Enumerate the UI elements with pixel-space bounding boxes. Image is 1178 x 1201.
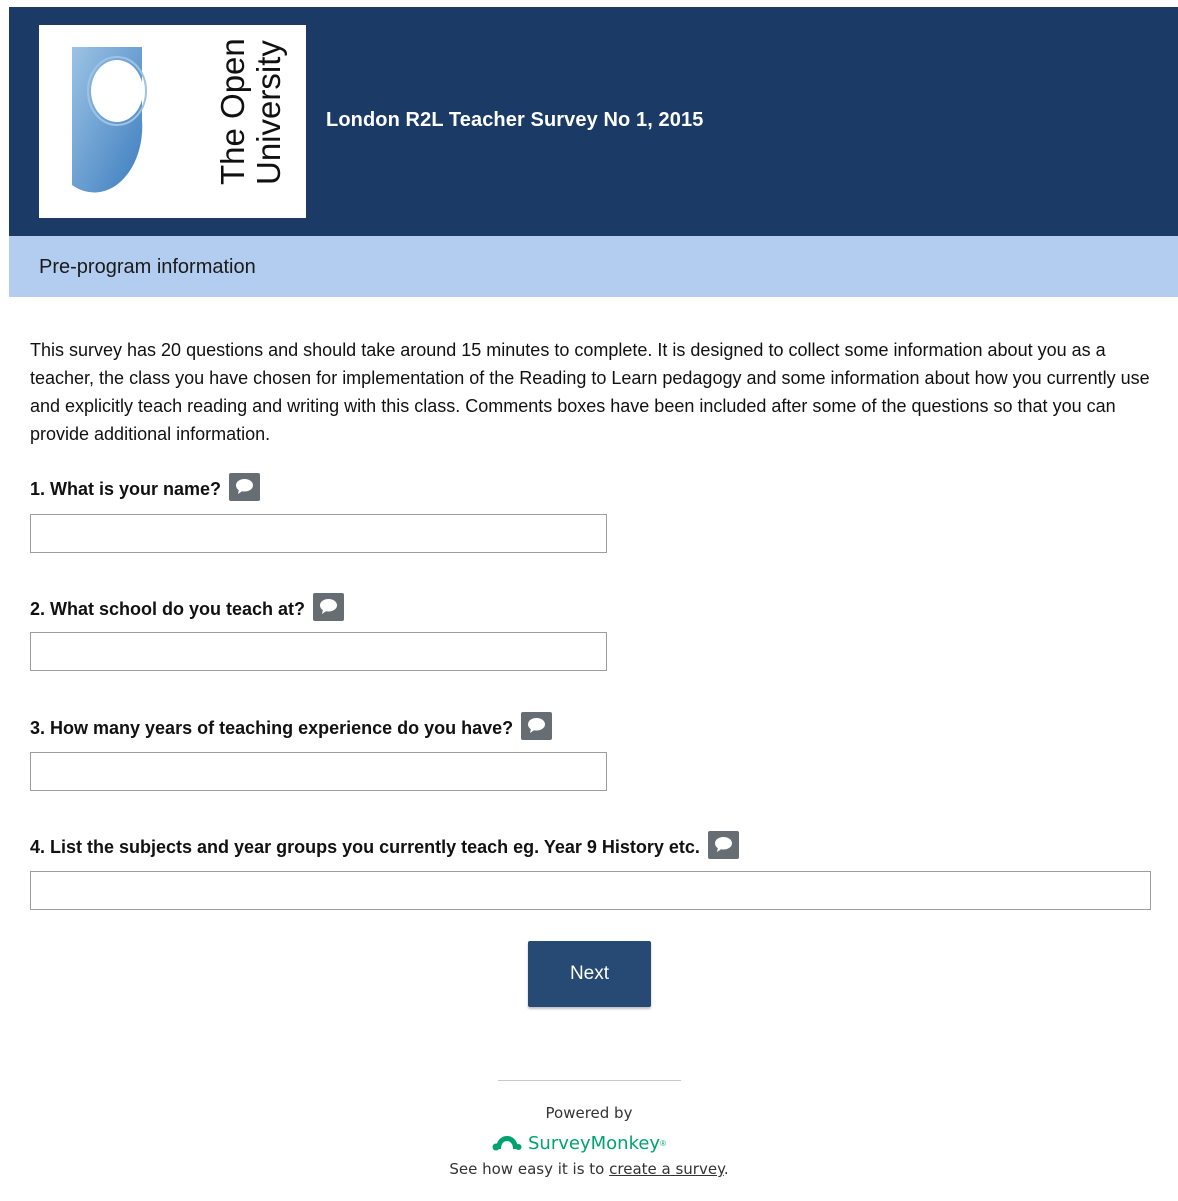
page-title: Pre-program information: [39, 256, 256, 278]
next-button[interactable]: Next: [528, 941, 651, 1007]
survey-header: The Open University London R2L Teacher S…: [9, 7, 1178, 236]
question-4: 4. List the subjects and year groups you…: [30, 831, 739, 859]
create-survey-link[interactable]: create a survey: [609, 1160, 724, 1178]
question-4-label: 4. List the subjects and year groups you…: [30, 837, 700, 857]
speech-bubble-icon: [313, 593, 345, 621]
open-university-logo: The Open University: [39, 25, 306, 218]
question-2: 2. What school do you teach at?: [30, 593, 345, 621]
speech-bubble-icon: [229, 473, 261, 501]
speech-bubble-icon: [521, 712, 553, 740]
surveymonkey-reg-mark: ®: [660, 1138, 666, 1148]
powered-by-text: Powered by: [545, 1104, 633, 1122]
speech-bubble-icon: [707, 831, 739, 859]
subjects-input[interactable]: [30, 871, 1151, 910]
question-1-label: 1. What is your name?: [30, 479, 222, 499]
see-how-prefix: See how easy it is to: [449, 1160, 605, 1178]
school-input[interactable]: [30, 632, 607, 671]
page-title-bar: Pre-program information: [9, 236, 1178, 297]
see-how-text: See how easy it is to create a survey.: [0, 1160, 1178, 1178]
logo-text-line1: The Open: [214, 38, 251, 185]
question-3: 3. How many years of teaching experience…: [30, 712, 553, 740]
see-how-suffix: .: [723, 1160, 729, 1178]
name-input[interactable]: [30, 514, 607, 553]
surveymonkey-logo-icon: [492, 1136, 522, 1151]
logo-wordmark: The Open University: [214, 38, 287, 185]
logo-text-line2: University: [250, 40, 287, 185]
question-1: 1. What is your name?: [30, 473, 261, 501]
surveymonkey-brand[interactable]: SurveyMonkey ®: [492, 1130, 666, 1156]
question-2-label: 2. What school do you teach at?: [30, 599, 306, 619]
survey-title: London R2L Teacher Survey No 1, 2015: [326, 109, 704, 131]
question-3-label: 3. How many years of teaching experience…: [30, 718, 514, 738]
teaching-experience-input[interactable]: [30, 752, 607, 791]
surveymonkey-name: SurveyMonkey: [528, 1132, 661, 1154]
survey-intro-text: This survey has 20 questions and should …: [30, 340, 1150, 444]
footer-divider: [498, 1080, 681, 1081]
